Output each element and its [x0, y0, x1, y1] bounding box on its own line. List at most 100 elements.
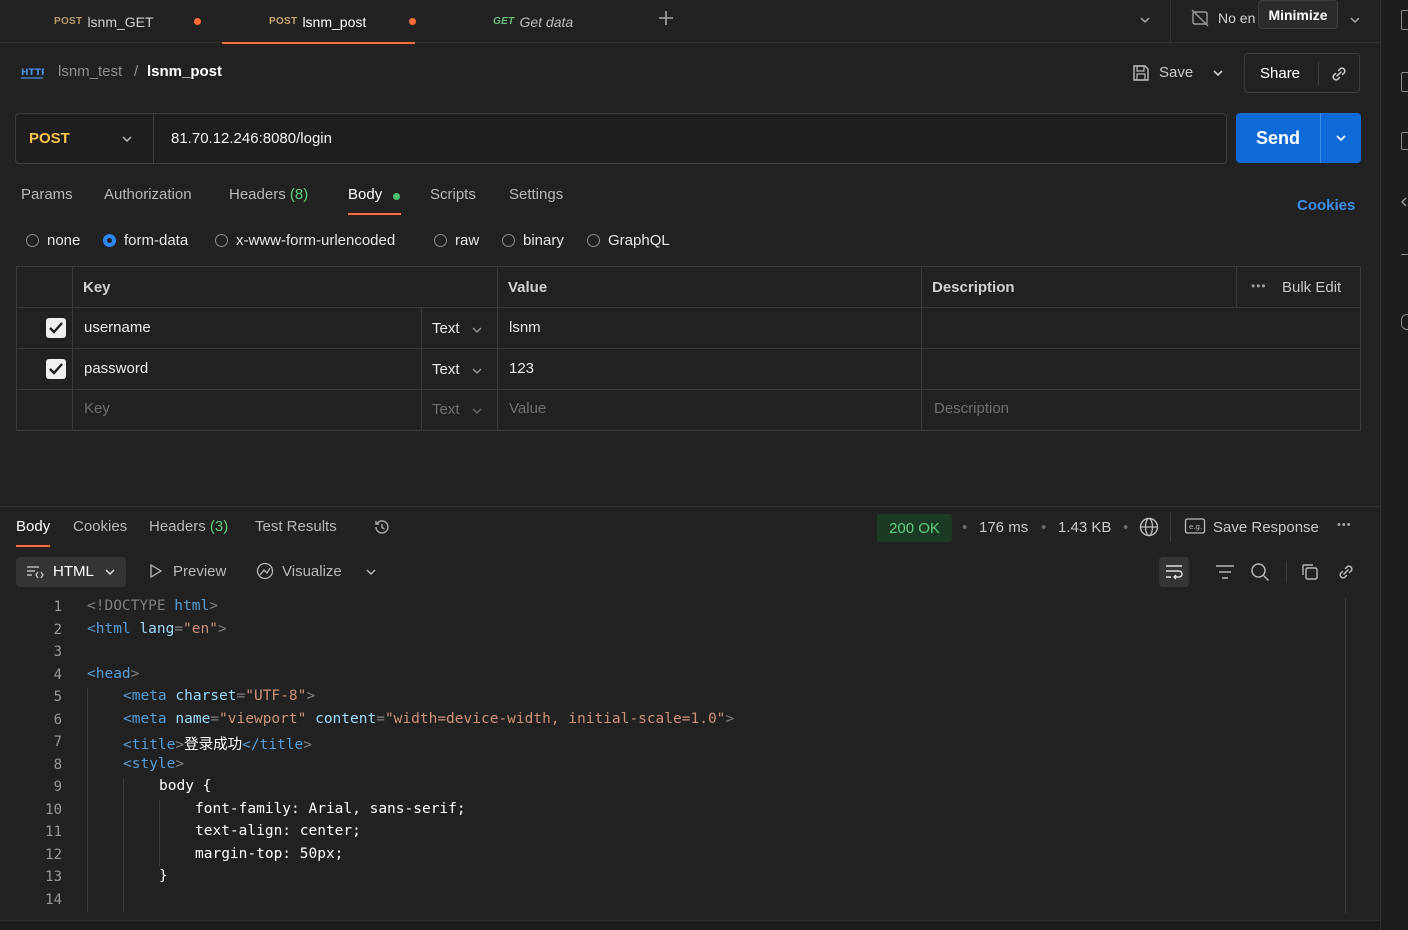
response-headers-count: (3) — [209, 518, 229, 535]
response-divider[interactable] — [0, 506, 1380, 507]
divider — [1401, 254, 1408, 255]
copy-link-icon[interactable] — [1329, 64, 1349, 84]
row-value[interactable]: lsnm — [509, 319, 541, 336]
new-type-select[interactable]: Text — [432, 401, 460, 418]
tab-title: lsnm_GET — [87, 13, 154, 30]
row-checkbox[interactable] — [46, 318, 66, 338]
more-options-icon[interactable]: ••• — [1251, 279, 1267, 293]
url-input[interactable]: 81.70.12.246:8080/login — [171, 130, 332, 147]
row-value[interactable]: 123 — [509, 360, 534, 377]
response-tab-cookies[interactable]: Cookies — [73, 518, 127, 535]
send-button[interactable]: Send — [1256, 128, 1300, 149]
row-key[interactable]: password — [84, 360, 148, 377]
row-type-select[interactable]: Text — [432, 320, 460, 337]
new-description-input[interactable]: Description — [934, 400, 1009, 417]
radio-raw[interactable]: raw — [434, 232, 479, 249]
response-size[interactable]: 1.43 KB — [1058, 519, 1111, 536]
search-icon[interactable] — [1249, 561, 1271, 583]
line-number: 1 — [53, 599, 62, 615]
environment-selector[interactable]: No en — [1218, 10, 1255, 26]
radio-none[interactable]: none — [26, 232, 80, 249]
preview-button[interactable]: Preview — [173, 563, 226, 580]
tab-settings[interactable]: Settings — [509, 186, 563, 203]
code-line: text-align: center; — [195, 823, 361, 839]
comments-icon[interactable] — [1401, 72, 1408, 92]
response-more-icon[interactable]: ••• — [1337, 519, 1352, 531]
radio-circle — [26, 234, 39, 247]
request-tab-lsnm-get[interactable]: POST lsnm_GET — [54, 0, 201, 43]
dot-separator: • — [1041, 519, 1047, 536]
radio-graphql[interactable]: GraphQL — [587, 232, 670, 249]
send-options-chevron-icon[interactable] — [1334, 131, 1348, 145]
row-type-select[interactable]: Text — [432, 361, 460, 378]
line-number: 2 — [53, 622, 62, 638]
request-tab-lsnm-post[interactable]: POST lsnm_post — [222, 0, 416, 44]
wrap-lines-button[interactable] — [1159, 557, 1189, 587]
tab-title: lsnm_post — [302, 13, 367, 30]
tab-headers[interactable]: Headers (8) — [229, 186, 308, 203]
tabs-overflow-chevron-icon[interactable] — [1138, 13, 1152, 27]
new-key-input[interactable]: Key — [84, 400, 110, 417]
history-icon[interactable] — [372, 517, 392, 537]
new-tab-plus-icon[interactable] — [657, 9, 675, 27]
radio-form-data[interactable]: form-data — [103, 232, 188, 249]
tab-params[interactable]: Params — [21, 186, 73, 203]
radio-x-www-form-urlencoded[interactable]: x-www-form-urlencoded — [215, 232, 395, 249]
response-tab-body[interactable]: Body — [16, 518, 51, 547]
response-tab-test-results[interactable]: Test Results — [255, 518, 337, 535]
svg-text:HTTP: HTTP — [21, 68, 44, 78]
bulk-edit-button[interactable]: Bulk Edit — [1282, 279, 1341, 296]
form-data-table: Key Value Description ••• Bulk Edit user… — [16, 266, 1361, 431]
column-header-value: Value — [508, 279, 548, 296]
http-icon: HTTP — [20, 64, 44, 82]
console-icon[interactable] — [1401, 314, 1408, 330]
radio-binary[interactable]: binary — [502, 232, 564, 249]
radio-label: binary — [523, 232, 564, 249]
method-chevron-icon — [122, 136, 132, 143]
visualize-chevron-icon[interactable] — [364, 565, 378, 579]
code-scrollbar-track[interactable] — [1345, 598, 1346, 913]
tab-authorization[interactable]: Authorization — [104, 186, 192, 203]
tab-body-label: Body — [348, 186, 383, 203]
save-icon[interactable] — [1131, 63, 1151, 83]
request-tab-get-data[interactable]: GET Get data — [493, 0, 573, 43]
row-key[interactable]: username — [84, 319, 151, 336]
response-time[interactable]: 176 ms — [979, 519, 1028, 536]
code-line: <!DOCTYPE html> — [87, 598, 218, 614]
environment-chevron-icon[interactable] — [1348, 13, 1362, 27]
save-options-chevron-icon[interactable] — [1211, 66, 1225, 80]
new-value-input[interactable]: Value — [509, 400, 546, 417]
code-line: font-family: Arial, sans-serif; — [195, 801, 466, 817]
save-button[interactable]: Save — [1159, 64, 1193, 81]
link-icon[interactable] — [1336, 562, 1356, 582]
method-selector[interactable]: POST — [16, 114, 154, 163]
breadcrumb-collection[interactable]: lsnm_test — [58, 63, 122, 80]
column-header-description: Description — [932, 279, 1015, 296]
cookies-link[interactable]: Cookies — [1297, 197, 1355, 214]
line-number: 3 — [53, 644, 62, 660]
save-response-button[interactable]: Save Response — [1213, 519, 1319, 536]
code-line: } — [159, 868, 168, 884]
url-bar: POST 81.70.12.246:8080/login — [15, 113, 1227, 164]
response-tab-headers[interactable]: Headers (3) — [149, 518, 228, 535]
share-button[interactable]: Share — [1260, 65, 1300, 82]
send-button-group: Send — [1236, 113, 1361, 163]
no-environment-icon[interactable] — [1190, 8, 1210, 28]
filter-icon[interactable] — [1214, 562, 1236, 582]
status-badge[interactable]: 200 OK — [877, 514, 952, 542]
visualize-button[interactable]: Visualize — [282, 563, 342, 580]
docs-icon[interactable] — [1401, 10, 1408, 30]
tab-scripts[interactable]: Scripts — [430, 186, 476, 203]
collapse-chevron-icon[interactable] — [1399, 196, 1408, 208]
breadcrumb-request[interactable]: lsnm_post — [147, 63, 222, 80]
format-selector[interactable]: HTML — [16, 557, 126, 587]
tab-title: Get data — [519, 13, 574, 30]
row-checkbox[interactable] — [46, 359, 66, 379]
globe-icon[interactable] — [1138, 516, 1160, 538]
copy-icon[interactable] — [1300, 562, 1320, 582]
format-label: HTML — [53, 563, 94, 580]
code-line: <title>登录成功</title> — [123, 737, 312, 753]
unsaved-dot-icon — [194, 18, 201, 25]
tab-headers-label: Headers — [229, 186, 286, 203]
info-icon[interactable] — [1401, 132, 1408, 150]
